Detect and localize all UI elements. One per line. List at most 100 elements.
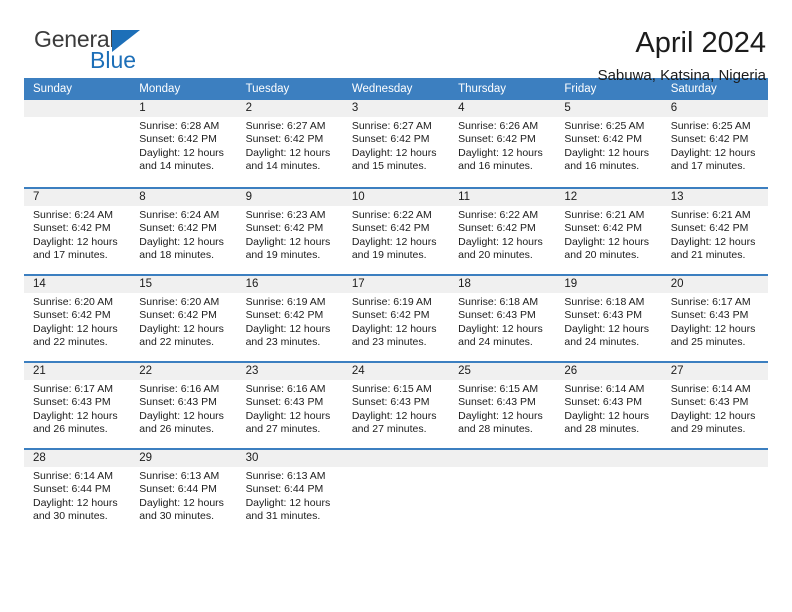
sunset-text: Sunset: 6:42 PM bbox=[564, 222, 643, 235]
calendar-day-cell[interactable]: 16 Sunrise: 6:19 AM Sunset: 6:42 PM Dayligh… bbox=[236, 276, 343, 352]
calendar-day-cell[interactable]: 4 Sunrise: 6:26 AM Sunset: 6:42 PM Daylight… bbox=[449, 100, 556, 178]
calendar-day-cell[interactable]: 2 Sunrise: 6:27 AM Sunset: 6:42 PM Daylight… bbox=[236, 100, 343, 178]
sunrise-text: Sunrise: 6:25 AM bbox=[564, 120, 645, 132]
sunrise-text: Sunrise: 6:15 AM bbox=[351, 383, 432, 395]
calendar-day-cell[interactable]: 27 Sunrise: 6:14 AM Sunset: 6:43 PM Dayligh… bbox=[661, 363, 768, 439]
day-number bbox=[342, 450, 450, 467]
day-number: 18 bbox=[449, 276, 556, 293]
daylight-text-line1: Daylight: 12 hours bbox=[564, 235, 650, 248]
sunrise-text: Sunrise: 6:14 AM bbox=[33, 470, 113, 482]
calendar-day-cell[interactable]: 21 Sunrise: 6:17 AM Sunset: 6:43 PM Dayligh… bbox=[24, 363, 131, 439]
day-number: 5 bbox=[555, 100, 662, 117]
daylight-text-line2: and 28 minutes. bbox=[458, 422, 533, 435]
sunrise-text: Sunrise: 6:21 AM bbox=[670, 209, 751, 221]
sunset-text: Sunset: 6:43 PM bbox=[139, 396, 217, 409]
weekday-header-monday: Monday bbox=[139, 83, 181, 95]
daylight-text-line1: Daylight: 12 hours bbox=[670, 322, 756, 335]
sunset-text: Sunset: 6:42 PM bbox=[564, 133, 643, 146]
calendar-week-row: 7 Sunrise: 6:24 AM Sunset: 6:42 PM Daylight… bbox=[24, 187, 768, 265]
day-sun-info: Sunrise: 6:23 AM Sunset: 6:42 PM Daylight:… bbox=[237, 206, 343, 262]
calendar-day-cell[interactable]: 20 Sunrise: 6:17 AM Sunset: 6:43 PM Dayligh… bbox=[661, 276, 768, 352]
daylight-text-line2: and 29 minutes. bbox=[670, 422, 746, 435]
calendar-day-cell[interactable]: 30 Sunrise: 6:13 AM Sunset: 6:44 PM Dayligh… bbox=[236, 450, 343, 526]
sunset-text: Sunset: 6:42 PM bbox=[139, 222, 217, 235]
sunset-text: Sunset: 6:42 PM bbox=[245, 222, 324, 235]
calendar-day-cell[interactable]: 13 Sunrise: 6:21 AM Sunset: 6:42 PM Dayligh… bbox=[661, 189, 768, 265]
calendar-day-cell[interactable]: 17 Sunrise: 6:19 AM Sunset: 6:42 PM Dayligh… bbox=[342, 276, 450, 352]
calendar-day-cell[interactable]: 8 Sunrise: 6:24 AM Sunset: 6:42 PM Daylight… bbox=[130, 189, 237, 265]
calendar-day-cell[interactable]: 26 Sunrise: 6:14 AM Sunset: 6:43 PM Dayligh… bbox=[555, 363, 662, 439]
daylight-text-line2: and 20 minutes. bbox=[564, 248, 640, 261]
day-sun-info: Sunrise: 6:16 AM Sunset: 6:43 PM Daylight:… bbox=[237, 380, 343, 436]
daylight-text-line2: and 14 minutes. bbox=[139, 159, 214, 172]
daylight-text-line1: Daylight: 12 hours bbox=[564, 146, 650, 159]
calendar-day-cell[interactable]: 24 Sunrise: 6:15 AM Sunset: 6:43 PM Dayligh… bbox=[342, 363, 450, 439]
day-sun-info: Sunrise: 6:14 AM Sunset: 6:43 PM Daylight:… bbox=[662, 380, 768, 436]
calendar-day-cell[interactable]: 6 Sunrise: 6:25 AM Sunset: 6:42 PM Daylight… bbox=[661, 100, 768, 178]
daylight-text-line2: and 28 minutes. bbox=[564, 422, 640, 435]
day-number bbox=[24, 100, 131, 117]
day-number: 15 bbox=[130, 276, 237, 293]
sunset-text: Sunset: 6:42 PM bbox=[33, 222, 111, 235]
day-sun-info: Sunrise: 6:15 AM Sunset: 6:43 PM Daylight:… bbox=[343, 380, 449, 436]
calendar-day-cell[interactable]: 25 Sunrise: 6:15 AM Sunset: 6:43 PM Dayligh… bbox=[449, 363, 556, 439]
logo-text-blue: Blue bbox=[90, 47, 137, 73]
day-number: 10 bbox=[342, 189, 450, 206]
daylight-text-line1: Daylight: 12 hours bbox=[351, 146, 437, 159]
calendar-day-cell[interactable]: 14 Sunrise: 6:20 AM Sunset: 6:42 PM Dayligh… bbox=[24, 276, 131, 352]
day-number: 3 bbox=[342, 100, 450, 117]
daylight-text-line2: and 16 minutes. bbox=[458, 159, 533, 172]
daylight-text-line2: and 22 minutes. bbox=[33, 335, 108, 348]
calendar-day-cell[interactable]: 3 Sunrise: 6:27 AM Sunset: 6:42 PM Daylight… bbox=[342, 100, 450, 178]
day-sun-info: Sunrise: 6:13 AM Sunset: 6:44 PM Daylight:… bbox=[130, 467, 236, 523]
daylight-text-line1: Daylight: 12 hours bbox=[33, 409, 118, 422]
day-number: 30 bbox=[236, 450, 343, 467]
weekday-header-friday: Friday bbox=[564, 83, 597, 95]
sunrise-text: Sunrise: 6:19 AM bbox=[245, 296, 326, 308]
sunset-text: Sunset: 6:42 PM bbox=[33, 309, 111, 322]
calendar-day-cell[interactable]: 28 Sunrise: 6:14 AM Sunset: 6:44 PM Dayligh… bbox=[24, 450, 131, 526]
generalblue-logo[interactable]: General Blue bbox=[24, 26, 224, 73]
calendar-day-cell[interactable]: 15 Sunrise: 6:20 AM Sunset: 6:42 PM Dayligh… bbox=[130, 276, 237, 352]
day-number bbox=[661, 450, 768, 467]
day-sun-info: Sunrise: 6:19 AM Sunset: 6:42 PM Daylight:… bbox=[237, 293, 343, 349]
calendar-week-row: 14 Sunrise: 6:20 AM Sunset: 6:42 PM Dayligh… bbox=[24, 274, 768, 352]
day-number: 22 bbox=[130, 363, 237, 380]
daylight-text-line2: and 22 minutes. bbox=[139, 335, 214, 348]
sunrise-text: Sunrise: 6:27 AM bbox=[351, 120, 432, 132]
sunrise-text: Sunrise: 6:19 AM bbox=[351, 296, 432, 308]
calendar-grid: Sunday Monday Tuesday Wednesday Thursday… bbox=[24, 78, 768, 526]
daylight-text-line2: and 27 minutes. bbox=[245, 422, 321, 435]
calendar-day-cell[interactable]: 11 Sunrise: 6:22 AM Sunset: 6:42 PM Dayligh… bbox=[449, 189, 556, 265]
sunset-text: Sunset: 6:42 PM bbox=[458, 222, 536, 235]
calendar-day-cell-empty bbox=[449, 450, 556, 526]
sunset-text: Sunset: 6:44 PM bbox=[139, 483, 217, 496]
day-number: 16 bbox=[236, 276, 343, 293]
calendar-day-cell[interactable]: 1 Sunrise: 6:28 AM Sunset: 6:42 PM Daylight… bbox=[130, 100, 237, 178]
calendar-day-cell[interactable]: 12 Sunrise: 6:21 AM Sunset: 6:42 PM Dayligh… bbox=[555, 189, 662, 265]
daylight-text-line1: Daylight: 12 hours bbox=[351, 322, 437, 335]
daylight-text-line2: and 25 minutes. bbox=[670, 335, 746, 348]
calendar-day-cell[interactable]: 7 Sunrise: 6:24 AM Sunset: 6:42 PM Daylight… bbox=[24, 189, 131, 265]
daylight-text-line1: Daylight: 12 hours bbox=[670, 146, 756, 159]
calendar-day-cell[interactable]: 19 Sunrise: 6:18 AM Sunset: 6:43 PM Dayligh… bbox=[555, 276, 662, 352]
day-number: 1 bbox=[130, 100, 237, 117]
calendar-day-cell[interactable]: 22 Sunrise: 6:16 AM Sunset: 6:43 PM Dayligh… bbox=[130, 363, 237, 439]
calendar-day-cell[interactable]: 18 Sunrise: 6:18 AM Sunset: 6:43 PM Dayligh… bbox=[449, 276, 556, 352]
day-number: 17 bbox=[342, 276, 450, 293]
day-sun-info: Sunrise: 6:22 AM Sunset: 6:42 PM Daylight:… bbox=[449, 206, 555, 262]
sunset-text: Sunset: 6:43 PM bbox=[245, 396, 324, 409]
day-number: 8 bbox=[130, 189, 237, 206]
calendar-day-cell[interactable]: 10 Sunrise: 6:22 AM Sunset: 6:42 PM Dayligh… bbox=[342, 189, 450, 265]
daylight-text-line1: Daylight: 12 hours bbox=[139, 496, 224, 509]
daylight-text-line2: and 19 minutes. bbox=[351, 248, 427, 261]
calendar-day-cell[interactable]: 29 Sunrise: 6:13 AM Sunset: 6:44 PM Dayligh… bbox=[130, 450, 237, 526]
calendar-day-cell[interactable]: 23 Sunrise: 6:16 AM Sunset: 6:43 PM Dayligh… bbox=[236, 363, 343, 439]
calendar-day-cell[interactable]: 9 Sunrise: 6:23 AM Sunset: 6:42 PM Daylight… bbox=[236, 189, 343, 265]
day-number: 7 bbox=[24, 189, 131, 206]
daylight-text-line1: Daylight: 12 hours bbox=[139, 409, 224, 422]
sunrise-text: Sunrise: 6:17 AM bbox=[33, 383, 113, 395]
sunrise-text: Sunrise: 6:16 AM bbox=[245, 383, 326, 395]
daylight-text-line2: and 23 minutes. bbox=[351, 335, 427, 348]
calendar-day-cell[interactable]: 5 Sunrise: 6:25 AM Sunset: 6:42 PM Daylight… bbox=[555, 100, 662, 178]
